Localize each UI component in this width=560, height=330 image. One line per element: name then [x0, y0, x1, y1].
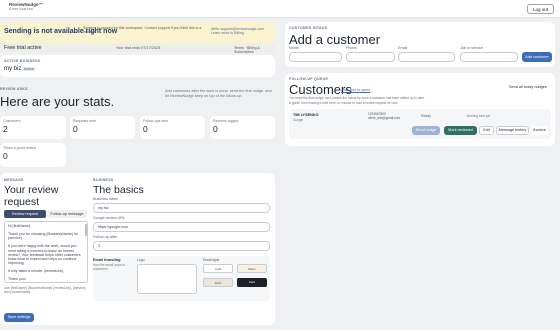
add-customer-title: Add a customer — [289, 32, 381, 47]
message-history-button[interactable]: Message history — [496, 126, 529, 135]
stat-value: 0 — [73, 124, 78, 134]
branding-caption: Email branding — [93, 258, 121, 262]
business-name-input[interactable]: my biz — [93, 203, 270, 213]
message-textarea[interactable]: Hi {firstName}, Thank you for choosing {… — [4, 221, 88, 283]
email-field[interactable] — [398, 52, 455, 62]
banner-contact-link[interactable]: Write support@reviewnudge.com · Learn mo… — [211, 27, 271, 36]
stats-description: Add customers after the work is done, se… — [165, 89, 272, 98]
send-nudge-button[interactable]: Send nudge — [412, 126, 440, 135]
customer-source: Google — [293, 118, 304, 122]
logo-label: Logo — [137, 258, 145, 262]
stats-caption: REVIEW ASKS — [0, 87, 28, 91]
stat-card-reviews: Reviews logged 0 — [210, 116, 275, 139]
banner-detail: Sending is paused for this workspace. Co… — [83, 26, 202, 35]
customers-hint: A guide, then leaving a note here, or ch… — [289, 101, 399, 105]
style-option-warm[interactable]: Warm — [237, 264, 267, 273]
business-name-label: Business name — [93, 197, 119, 201]
basics-caption: BUSINESS — [93, 178, 114, 182]
brand: ReviewNudge™ A free local tool — [9, 2, 43, 12]
archive-button[interactable]: Archive — [531, 126, 548, 135]
template-variables-hint: Use {firstName} {BusinessName} {reviewLi… — [4, 286, 86, 294]
name-label: Name — [289, 46, 299, 50]
name-input[interactable] — [289, 52, 342, 62]
add-customer-caption: CUSTOMER INTAKE — [289, 26, 328, 30]
review-url-input[interactable]: https://google.com — [93, 222, 270, 232]
request-caption: MESSAGE — [4, 178, 24, 182]
review-url-label: Google review URL — [93, 216, 125, 220]
stat-label: Requests sent — [73, 119, 96, 123]
customers-caption: FOLLOW-UP QUEUE — [289, 77, 329, 81]
add-customer-button[interactable]: Add customer — [522, 52, 552, 62]
follow-up-label: Follow up after — [93, 235, 118, 239]
active-business-card: ACTIVE BUSINESS my biz Active — [0, 55, 275, 77]
stats-title: Here are your stats. — [0, 94, 115, 109]
customer-status: Ready — [421, 114, 431, 118]
customers-card: FOLLOW-UP QUEUE Customers (click one to … — [285, 73, 555, 146]
tab-follow-up-message[interactable]: Follow-up message — [47, 210, 87, 218]
add-customer-card: CUSTOMER INTAKE Add a customer Name Phon… — [285, 22, 555, 67]
branding-subtitle: How the email looks to customers — [93, 263, 126, 271]
stat-value: 0 — [3, 151, 8, 161]
stat-card-customers: Customers 2 — [0, 116, 66, 139]
sending-unavailable-banner: Sending is not available right now Sendi… — [0, 22, 275, 43]
basics-title: The basics — [93, 184, 144, 196]
customers-subtitle: You need the first nudge, we'll handle t… — [289, 96, 425, 100]
stat-label: Customers — [3, 119, 21, 123]
follow-up-input[interactable]: 3 — [93, 241, 270, 251]
stat-value: 2 — [3, 124, 8, 134]
stat-label: Follow-ups sent — [143, 119, 169, 123]
scrollbar[interactable] — [85, 224, 87, 236]
phone-label: Phone — [346, 46, 357, 50]
stat-value: 0 — [143, 124, 148, 134]
active-business-badge: Active — [22, 67, 36, 71]
customers-open-link[interactable]: (click one to open) — [341, 88, 370, 92]
message-text: Hi {firstName}, Thank you for choosing {… — [8, 224, 81, 282]
customer-row[interactable]: TIM LYSENKO Google 1234567890 client_tes… — [289, 109, 551, 139]
logout-button[interactable]: Log out — [526, 4, 554, 14]
phone-input[interactable] — [346, 52, 395, 62]
stat-value: 0 — [213, 124, 218, 134]
style-option-bold[interactable]: Bold — [203, 278, 233, 287]
trial-label: Free trial active — [4, 44, 42, 51]
trial-ends: Your trial ends 07/17/2025 — [116, 45, 161, 50]
save-settings-button[interactable]: Save settings — [4, 313, 34, 322]
stat-card-requests: Requests sent 0 — [70, 116, 135, 139]
customer-name: TIM LYSENKO — [293, 113, 319, 117]
style-option-light[interactable]: Light — [203, 264, 233, 273]
job-input[interactable] — [460, 52, 518, 62]
stat-card-good-reviews: Times a good review 0 — [0, 143, 66, 167]
email-branding-panel: Email branding How the email looks to cu… — [93, 256, 270, 301]
customer-note: Nothing sent yet — [467, 114, 491, 118]
brand-subtitle: A free local tool — [9, 7, 33, 11]
edit-button[interactable]: Edit — [479, 126, 494, 135]
top-bar: ReviewNudge™ A free local tool Log out — [0, 0, 560, 18]
email-label: Email — [398, 46, 408, 50]
mark-reviewed-button[interactable]: Mark reviewed — [444, 126, 477, 135]
review-request-card: MESSAGE Your review request Review reque… — [0, 173, 275, 325]
customer-email: client_test@gmail.com — [368, 116, 401, 120]
stat-card-follow-ups: Follow-ups sent 0 — [140, 116, 205, 139]
request-title: Your review request — [4, 184, 59, 208]
tab-review-request-message[interactable]: Review request message — [4, 210, 46, 224]
trial-links[interactable]: Terms · Billing & Subscription — [234, 46, 275, 54]
stat-label: Times a good review — [3, 146, 37, 150]
style-label: Email style — [203, 258, 220, 262]
job-label: Job or service — [460, 46, 483, 50]
send-all-ready-button[interactable]: Send all ready nudges — [509, 85, 547, 89]
stat-label: Reviews logged — [213, 119, 239, 123]
style-option-dark[interactable]: Dark — [237, 278, 267, 287]
trial-bar: Free trial active Your trial ends 07/17/… — [0, 43, 275, 54]
active-business-name: my biz — [4, 66, 22, 72]
active-business-caption: ACTIVE BUSINESS — [4, 59, 41, 63]
logo-upload-box[interactable] — [137, 264, 197, 294]
